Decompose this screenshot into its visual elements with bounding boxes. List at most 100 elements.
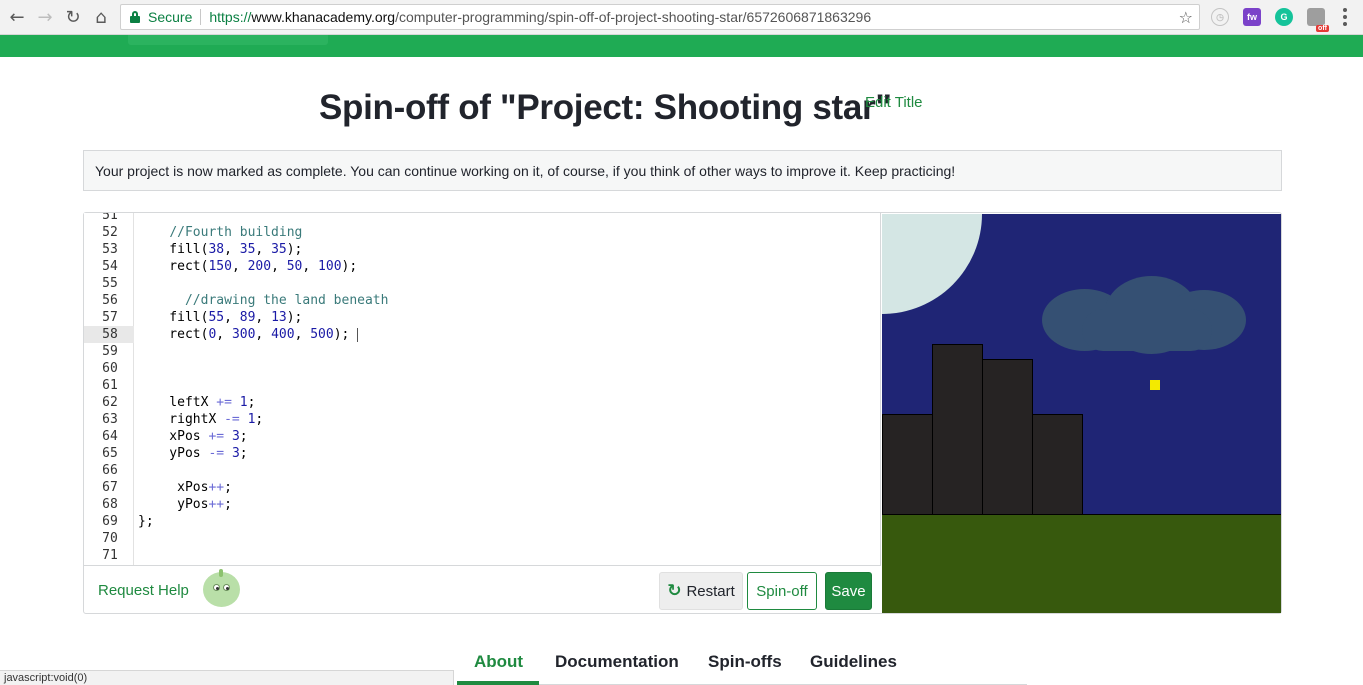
code-line[interactable]: 51 bbox=[84, 213, 880, 224]
shooting-star bbox=[1150, 380, 1160, 390]
building-1 bbox=[882, 414, 933, 515]
code-line[interactable]: 53 fill(38, 35, 35); bbox=[84, 241, 880, 258]
code-line[interactable]: 58 rect(0, 300, 400, 500); bbox=[84, 326, 880, 343]
code-text: rightX -= 1; bbox=[138, 412, 264, 427]
home-icon[interactable]: ⌂ bbox=[90, 6, 112, 28]
header-tab[interactable] bbox=[128, 35, 328, 45]
menu-icon[interactable] bbox=[1343, 8, 1347, 26]
code-text: rect(0, 300, 400, 500); bbox=[138, 326, 359, 343]
code-line[interactable]: 60 bbox=[84, 360, 880, 377]
code-text: leftX += 1; bbox=[138, 395, 256, 410]
tab-about[interactable]: About bbox=[474, 652, 523, 672]
secure-label: Secure bbox=[148, 9, 193, 25]
title-row: Spin-off of "Project: Shooting star" Edi… bbox=[0, 86, 1363, 136]
lock-icon bbox=[130, 11, 140, 23]
grammarly-icon[interactable]: G bbox=[1275, 8, 1293, 26]
line-number: 62 bbox=[102, 395, 118, 410]
code-line[interactable]: 65 yPos -= 3; bbox=[84, 445, 880, 462]
active-tab-indicator bbox=[457, 681, 539, 685]
line-number: 55 bbox=[102, 276, 118, 291]
code-line[interactable]: 61 bbox=[84, 377, 880, 394]
code-line[interactable]: 59 bbox=[84, 343, 880, 360]
code-line[interactable]: 64 xPos += 3; bbox=[84, 428, 880, 445]
code-text: rect(150, 200, 50, 100); bbox=[138, 259, 358, 274]
refresh-icon: ↻ bbox=[667, 581, 682, 601]
tab-guidelines[interactable]: Guidelines bbox=[810, 652, 897, 672]
code-text: xPos++; bbox=[138, 480, 232, 495]
code-text: fill(38, 35, 35); bbox=[138, 242, 303, 257]
code-text: yPos++; bbox=[138, 497, 232, 512]
restart-button[interactable]: ↻ Restart bbox=[659, 572, 743, 610]
code-line[interactable]: 56 //drawing the land beneath bbox=[84, 292, 880, 309]
code-text: //Fourth building bbox=[169, 225, 303, 240]
spin-off-button[interactable]: Spin-off bbox=[747, 572, 817, 610]
code-line[interactable]: 57 fill(55, 89, 13); bbox=[84, 309, 880, 326]
code-text: xPos += 3; bbox=[138, 429, 248, 444]
url-path: /computer-programming/spin-off-of-projec… bbox=[395, 9, 872, 25]
line-number: 57 bbox=[102, 310, 118, 325]
code-line[interactable]: 55 bbox=[84, 275, 880, 292]
building-4 bbox=[1032, 414, 1083, 515]
browser-toolbar: ← → ↻ ⌂ Secure https://www.khanacademy.o… bbox=[0, 0, 1363, 35]
project-tabs: About Documentation Spin-offs Guidelines bbox=[457, 646, 1027, 685]
code-text: }; bbox=[138, 514, 154, 529]
code-line[interactable]: 67 xPos++; bbox=[84, 479, 880, 496]
back-arrow-icon[interactable]: ← bbox=[6, 6, 28, 28]
omnibox-divider bbox=[200, 9, 202, 25]
code-line[interactable]: 71 bbox=[84, 547, 880, 564]
line-number: 68 bbox=[102, 497, 118, 512]
address-bar[interactable]: Secure https://www.khanacademy.org/compu… bbox=[120, 4, 1200, 30]
editor-panel: 51 52 //Fourth building 53 fill(38, 35, 35… bbox=[83, 212, 1282, 614]
line-number: 60 bbox=[102, 361, 118, 376]
code-line[interactable]: 54 rect(150, 200, 50, 100); bbox=[84, 258, 880, 275]
tab-spin-offs[interactable]: Spin-offs bbox=[708, 652, 782, 672]
url-host: www.khanacademy.org bbox=[251, 9, 396, 25]
extension-off-icon[interactable]: off bbox=[1307, 8, 1329, 32]
extension-clock-icon[interactable]: ◷ bbox=[1211, 8, 1229, 26]
status-bar: javascript:void(0) bbox=[0, 670, 454, 685]
line-number: 51 bbox=[102, 213, 118, 223]
text-cursor bbox=[357, 327, 359, 342]
code-text: yPos -= 3; bbox=[138, 446, 248, 461]
code-line[interactable]: 68 yPos++; bbox=[84, 496, 880, 513]
line-number: 53 bbox=[102, 242, 118, 257]
line-number: 69 bbox=[102, 514, 118, 529]
site-header-bar bbox=[0, 35, 1363, 57]
line-number: 59 bbox=[102, 344, 118, 359]
line-number: 56 bbox=[102, 293, 118, 308]
line-number: 65 bbox=[102, 446, 118, 461]
building-3 bbox=[982, 359, 1033, 515]
line-number: 66 bbox=[102, 463, 118, 478]
code-line[interactable]: 70 bbox=[84, 530, 880, 547]
completion-notice: Your project is now marked as complete. … bbox=[83, 150, 1282, 191]
edit-title-link[interactable]: Edit Title bbox=[865, 94, 923, 111]
request-help-link[interactable]: Request Help bbox=[98, 582, 189, 599]
page-title: Spin-off of "Project: Shooting star" bbox=[319, 88, 892, 127]
save-button[interactable]: Save bbox=[825, 572, 872, 610]
bookmark-star-icon[interactable]: ☆ bbox=[1179, 8, 1193, 27]
code-line[interactable]: 52 //Fourth building bbox=[84, 224, 880, 241]
line-number: 54 bbox=[102, 259, 118, 274]
code-line[interactable]: 62 leftX += 1; bbox=[84, 394, 880, 411]
editor-toolbar: Request Help ↻ Restart Spin-off Save bbox=[84, 565, 881, 613]
extension-badge: off bbox=[1316, 25, 1329, 32]
extension-puzzle-icon[interactable]: fw bbox=[1243, 8, 1261, 26]
land-shape bbox=[882, 514, 1281, 613]
code-line[interactable]: 66 bbox=[84, 462, 880, 479]
output-canvas[interactable] bbox=[882, 214, 1281, 613]
moon-shape bbox=[882, 214, 982, 314]
url-text[interactable]: https://www.khanacademy.org/computer-pro… bbox=[209, 9, 871, 25]
code-line[interactable]: 63 rightX -= 1; bbox=[84, 411, 880, 428]
line-number: 64 bbox=[102, 429, 118, 444]
code-editor[interactable]: 51 52 //Fourth building 53 fill(38, 35, 35… bbox=[84, 213, 881, 565]
line-number: 61 bbox=[102, 378, 118, 393]
line-number: 52 bbox=[102, 225, 118, 240]
forward-arrow-icon[interactable]: → bbox=[34, 6, 56, 28]
building-2 bbox=[932, 344, 983, 515]
code-text: fill(55, 89, 13); bbox=[138, 310, 303, 325]
avatar[interactable] bbox=[203, 569, 240, 607]
code-line[interactable]: 69}; bbox=[84, 513, 880, 530]
reload-icon[interactable]: ↻ bbox=[62, 6, 84, 28]
url-protocol: https:// bbox=[209, 9, 252, 25]
tab-documentation[interactable]: Documentation bbox=[555, 652, 679, 672]
